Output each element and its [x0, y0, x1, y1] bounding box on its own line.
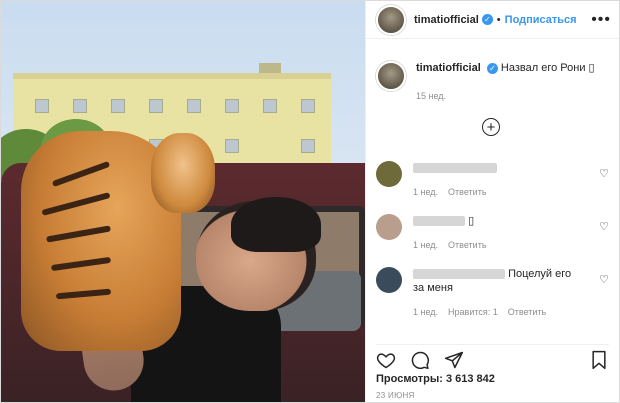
instagram-post: timatiofficial ✓ • Подписаться ••• timat…	[0, 0, 620, 403]
building-window	[73, 99, 87, 113]
more-icon[interactable]: •••	[591, 11, 611, 29]
building-window	[35, 99, 49, 113]
reply-button[interactable]: Ответить	[448, 238, 486, 252]
comment-icon[interactable]	[410, 350, 430, 370]
share-icon[interactable]	[444, 350, 464, 370]
load-more-icon[interactable]: +	[482, 118, 500, 136]
building-window	[187, 99, 201, 113]
building-window	[111, 99, 125, 113]
caption-text: Назвал его Рони ▯	[500, 62, 595, 74]
comment-time: 1 нед.	[413, 240, 439, 250]
building-window	[301, 99, 315, 113]
heart-icon[interactable]: ♡	[599, 273, 609, 286]
header-separator: •	[496, 13, 501, 26]
comment-body: 1 нед. Ответить	[413, 161, 497, 199]
caption-text-block: timatiofficial ✓ Назвал его Рони ▯	[416, 61, 595, 91]
comment-username-blurred[interactable]	[413, 269, 505, 280]
building-window	[263, 99, 277, 113]
comment-body: Поцелуй его за меня 1 нед. Нравится: 1 О…	[413, 267, 583, 319]
heart-icon[interactable]	[376, 350, 396, 370]
author-avatar[interactable]	[376, 4, 406, 35]
follow-button[interactable]: Подписаться	[505, 14, 577, 26]
comment-avatar[interactable]	[376, 214, 402, 240]
building-window	[225, 99, 239, 113]
tiger-stripe	[55, 288, 112, 300]
building-window	[149, 99, 163, 113]
tiger-stripe	[50, 256, 112, 272]
heart-icon[interactable]: ♡	[599, 220, 609, 233]
comment-meta: 1 нед. Нравится: 1 Ответить	[413, 305, 583, 319]
likes-button[interactable]: Нравится: 1	[448, 305, 498, 319]
comment-meta: 1 нед. Ответить	[413, 185, 497, 199]
bookmark-icon[interactable]	[589, 350, 609, 370]
post-header: timatiofficial ✓ • Подписаться •••	[366, 1, 619, 39]
caption-username[interactable]: timatiofficial	[416, 62, 481, 74]
comment-body: ▯ 1 нед. Ответить	[413, 214, 487, 252]
verified-icon: ✓	[481, 14, 493, 25]
comment-item: ▯ 1 нед. Ответить	[376, 214, 611, 252]
caption-avatar[interactable]	[376, 61, 406, 91]
building-window	[301, 139, 315, 153]
comment-item: 1 нед. Ответить	[376, 161, 611, 199]
caption-time[interactable]: 15 нед.	[416, 91, 446, 101]
photo-man-hair	[231, 197, 321, 252]
reply-button[interactable]: Ответить	[448, 185, 486, 199]
tiger-stripe	[41, 192, 111, 216]
verified-icon: ✓	[486, 63, 498, 74]
comment-avatar[interactable]	[376, 161, 402, 187]
comment-time: 1 нед.	[413, 187, 439, 197]
building-window	[225, 139, 239, 153]
comment-meta: 1 нед. Ответить	[413, 238, 487, 252]
comment-text: ▯	[468, 215, 475, 227]
comment-username-blurred[interactable]	[413, 216, 465, 227]
post-actions	[376, 344, 609, 370]
views-count[interactable]: Просмотры: 3 613 842	[376, 373, 495, 385]
post-caption: timatiofficial ✓ Назвал его Рони ▯	[376, 61, 611, 91]
photo-tiger-head	[151, 133, 215, 213]
post-photo[interactable]	[1, 1, 365, 402]
reply-button[interactable]: Ответить	[508, 305, 546, 319]
author-username[interactable]: timatiofficial	[414, 14, 479, 26]
comment-time: 1 нед.	[413, 307, 439, 317]
tiger-stripe	[45, 225, 112, 243]
comment-username-blurred[interactable]	[413, 163, 497, 174]
comment-item: Поцелуй его за меня 1 нед. Нравится: 1 О…	[376, 267, 611, 319]
post-date[interactable]: 23 ИЮНЯ	[376, 391, 415, 400]
tiger-stripe	[51, 160, 111, 188]
post-sidebar: timatiofficial ✓ • Подписаться ••• timat…	[365, 1, 619, 402]
heart-icon[interactable]: ♡	[599, 167, 609, 180]
comment-avatar[interactable]	[376, 267, 402, 293]
